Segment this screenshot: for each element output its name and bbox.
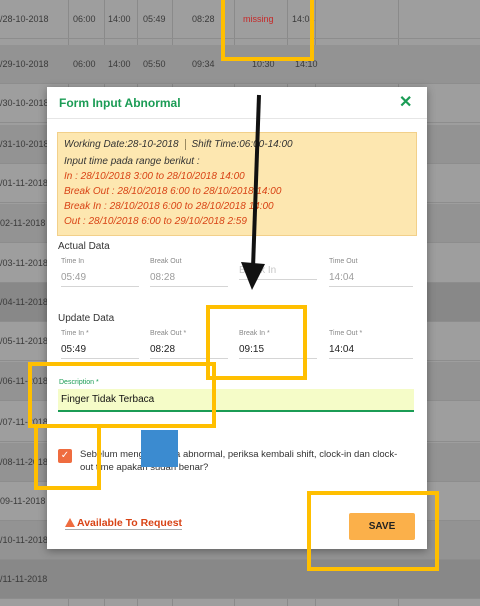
row-date: /05-11-2018 <box>0 336 48 346</box>
dialog-title: Form Input Abnormal <box>59 96 181 110</box>
actual-time-out: Time Out 14:04 <box>329 258 413 287</box>
actual-time-in: Time In 05:49 <box>61 258 139 287</box>
field-label: Time Out * <box>329 330 363 337</box>
shift-info-header: Working Date:28-10-2018 Shift Time:06:00-… <box>64 139 299 150</box>
available-label: Available To Request <box>77 517 183 529</box>
row-date: /04-11-2018 <box>0 297 48 307</box>
row-date: /31-10-2018 <box>0 139 49 149</box>
field-label: Break Out <box>150 258 182 265</box>
row-date: /10-11-2018 <box>0 535 48 545</box>
field-underline <box>329 286 413 287</box>
field-underline <box>61 286 139 287</box>
row-cell: 06:00 <box>73 59 96 69</box>
field-value: 05:49 <box>61 344 87 355</box>
field-underline <box>61 358 139 359</box>
field-underline <box>150 286 228 287</box>
confirm-text: Sebelum mengirim data abnormal, periksa … <box>80 449 398 473</box>
in-range: In : 28/10/2018 3:00 to 28/10/2018 14:00 <box>64 171 245 182</box>
shift-info-panel: Working Date:28-10-2018 Shift Time:06:00-… <box>57 132 417 236</box>
row-cell: 14:00 <box>108 14 131 24</box>
actual-data-title: Actual Data <box>58 241 110 252</box>
separator <box>184 139 186 150</box>
field-underline <box>239 279 317 280</box>
break-out-range: Break Out : 28/10/2018 6:00 to 28/10/201… <box>64 186 282 197</box>
row-cell: 08:28 <box>192 14 215 24</box>
field-value: 14:04 <box>329 344 355 355</box>
field-underline <box>329 358 413 359</box>
highlight-box-checkbox <box>34 424 101 490</box>
row-date: /28-10-2018 <box>0 14 49 24</box>
shift-time: Shift Time:06:00-14:00 <box>191 139 293 150</box>
row-date: /01-11-2018 <box>0 178 48 188</box>
actual-break-out: Break Out 08:28 <box>150 258 228 287</box>
field-label: Time In <box>61 258 85 265</box>
tooltip-pointer <box>151 413 167 422</box>
row-cell: 09:34 <box>192 59 215 69</box>
annotation-blue-box <box>141 430 178 467</box>
time-out-input[interactable]: Time Out * 14:04 <box>329 330 413 359</box>
header-divider <box>47 118 427 119</box>
highlight-box-description <box>28 362 216 428</box>
row-date: /30-10-2018 <box>0 98 49 108</box>
row-date: /29-10-2018 <box>0 59 49 69</box>
field-label: Time In * <box>61 330 89 337</box>
field-label: Time Out <box>329 258 358 265</box>
range-label: Input time pada range berikut : <box>64 156 200 167</box>
highlight-box-break-in <box>206 305 307 380</box>
field-value: 08:28 <box>150 272 176 283</box>
row-cell: 14:00 <box>108 59 131 69</box>
row-date: /11-11-2018 <box>0 574 48 584</box>
row-date: 02-11-2018 <box>0 218 46 228</box>
field-value: Break In <box>239 265 277 276</box>
row-cell: 05:50 <box>143 59 166 69</box>
field-value: 14:04 <box>329 272 355 283</box>
highlight-box-missing <box>221 0 314 61</box>
highlight-box-save <box>307 491 439 571</box>
row-date: 09-11-2018 <box>0 496 46 506</box>
field-value: 05:49 <box>61 272 87 283</box>
close-icon[interactable]: ✕ <box>399 92 412 112</box>
available-to-request-link[interactable]: Available To Request <box>65 517 183 530</box>
row-date: /03-11-2018 <box>0 258 48 268</box>
out-range: Out : 28/10/2018 6:00 to 29/10/2018 2:59 <box>64 216 247 227</box>
row-cell: 06:00 <box>73 14 96 24</box>
update-data-title: Update Data <box>58 313 115 324</box>
working-date: Working Date:28-10-2018 <box>64 139 179 150</box>
break-in-range: Break In : 28/10/2018 6:00 to 28/10/2018… <box>64 201 274 212</box>
row-cell: 05:49 <box>143 14 166 24</box>
time-in-input[interactable]: Time In * 05:49 <box>61 330 139 359</box>
actual-break-in: Break In <box>239 258 317 280</box>
warning-icon <box>65 518 75 527</box>
